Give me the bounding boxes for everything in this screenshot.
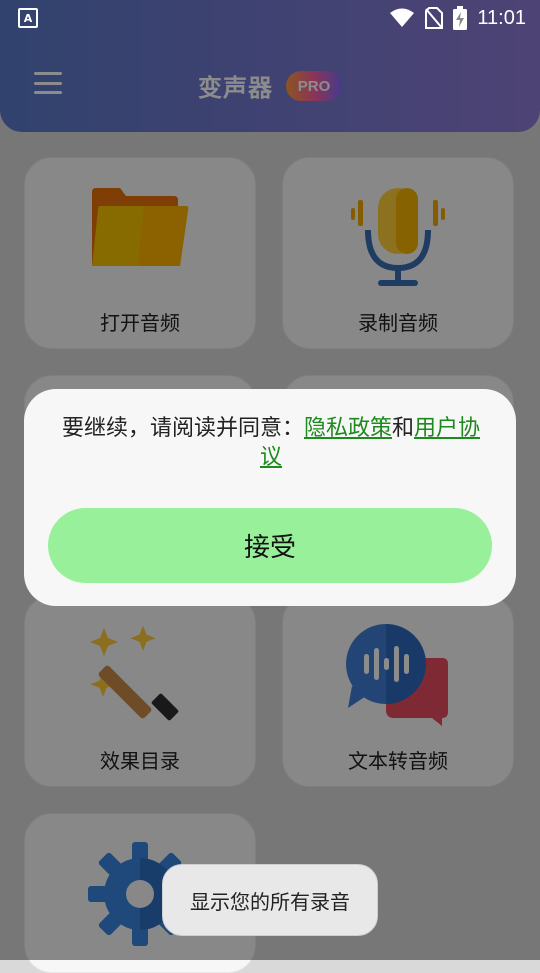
- consent-message: 要继续，请阅读并同意：隐私政策和用户协议: [52, 414, 490, 472]
- clock: 11:01: [477, 6, 526, 29]
- battery-charging-icon: [453, 6, 468, 30]
- status-bar: A 11:01: [0, 0, 540, 36]
- no-sim-icon: [425, 7, 444, 29]
- toast-message: 显示您的所有录音: [162, 864, 378, 936]
- wifi-icon: [389, 8, 415, 28]
- privacy-policy-link[interactable]: 隐私政策: [304, 416, 392, 441]
- consent-and: 和: [392, 416, 415, 441]
- consent-prefix: 要继续，请阅读并同意：: [61, 416, 304, 441]
- accept-button[interactable]: 接受: [48, 508, 492, 583]
- consent-dialog: 要继续，请阅读并同意：隐私政策和用户协议 接受: [24, 389, 516, 606]
- app-notification-icon: A: [18, 8, 38, 28]
